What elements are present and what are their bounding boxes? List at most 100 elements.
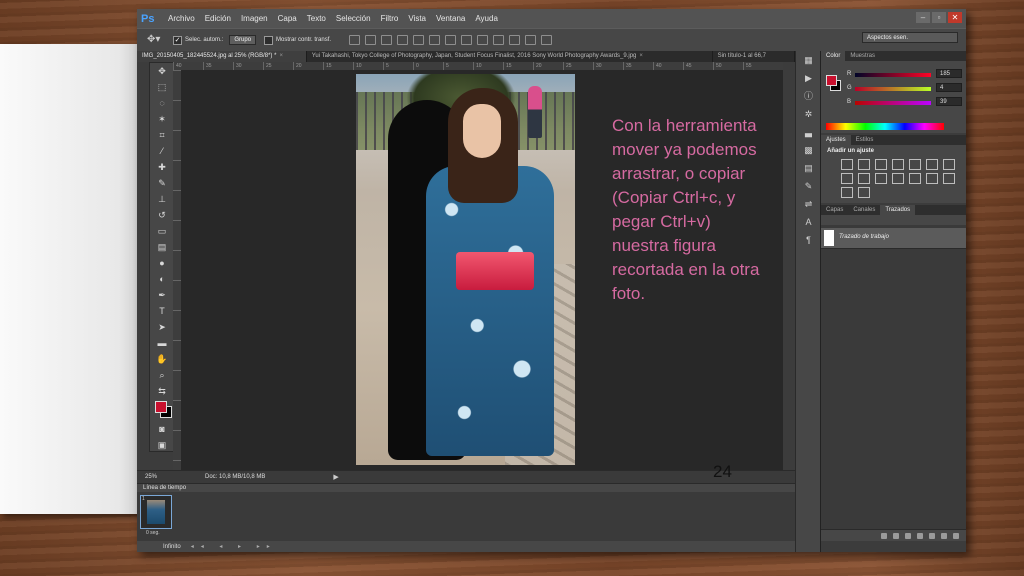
tab-layers[interactable]: Capas [821,205,848,215]
quick-mask-icon[interactable]: ◙ [150,421,174,437]
photo-filter-icon[interactable] [858,173,870,184]
history-icon[interactable]: ▦ [796,51,821,69]
menu-vista[interactable]: Vista [408,14,426,23]
tab-color[interactable]: Color [821,51,846,61]
tab-swatches[interactable]: Muestras [845,51,880,61]
tab-channels[interactable]: Canales [848,205,880,215]
foreground-color-swatch[interactable] [155,401,167,413]
healing-brush-icon[interactable]: ✚ [150,159,174,175]
path-row[interactable]: Trazado de trabajo [821,228,966,249]
pen-tool-icon[interactable]: ✒ [150,287,174,303]
align-hcenter-icon[interactable] [413,35,425,45]
timeline-panel-title[interactable]: Línea de tiempo [137,483,795,492]
tool-presets-icon[interactable]: ✎ [796,177,821,195]
distribute-hcenter-icon[interactable] [509,35,521,45]
history-brush-icon[interactable]: ↺ [150,207,174,223]
curves-icon[interactable] [875,159,887,170]
lasso-tool-icon[interactable]: ◌ [150,95,174,111]
tab-document-3[interactable]: Sin título-1 al 66,7 [713,51,795,62]
auto-align-icon[interactable] [541,35,553,45]
tab-document-2[interactable]: Yui Takahashi, Tokyo College of Photogra… [307,51,713,62]
color-spectrum[interactable] [826,123,944,130]
show-transform-checkbox[interactable] [264,35,274,45]
magic-wand-icon[interactable]: ✶ [150,111,174,127]
crop-tool-icon[interactable]: ⌗ [150,127,174,143]
invert-icon[interactable] [909,173,921,184]
dodge-tool-icon[interactable]: ◐ [150,271,174,287]
tab-document-1[interactable]: IMG_20150405_182445524.jpg al 25% (RGB/8… [137,51,307,62]
tab-close-icon[interactable]: × [279,53,283,59]
make-path-icon[interactable] [917,532,923,539]
align-vcenter-icon[interactable] [365,35,377,45]
move-tool-icon[interactable]: ✥▾ [147,33,165,47]
loop-dropdown[interactable]: Infinito [163,544,181,550]
tab-paths[interactable]: Trazados [880,205,916,215]
screen-mode-icon[interactable]: ▣ [150,437,174,453]
align-right-icon[interactable] [429,35,441,45]
actions-icon[interactable]: ▶ [796,69,821,87]
marquee-tool-icon[interactable]: ⬚ [150,79,174,95]
blue-value-field[interactable]: 39 [936,97,962,106]
menu-edicion[interactable]: Edición [205,14,231,23]
load-selection-icon[interactable] [905,532,911,539]
distribute-left-icon[interactable] [493,35,505,45]
distribute-vcenter-icon[interactable] [461,35,473,45]
status-menu-arrow-icon[interactable]: ▶ [333,473,338,481]
delete-path-icon[interactable] [953,532,959,539]
green-slider[interactable] [855,87,931,91]
menu-imagen[interactable]: Imagen [241,14,268,23]
new-path-icon[interactable] [941,532,947,539]
shape-tool-icon[interactable]: ▬ [150,335,174,351]
tab-close-icon[interactable]: × [639,53,643,59]
paragraph-icon[interactable]: ¶ [796,231,821,249]
workspace-dropdown[interactable]: Aspectos esen. [862,32,958,43]
brush-presets-icon[interactable]: ▩ [796,141,821,159]
navigator-icon[interactable]: ✲ [796,105,821,123]
eraser-tool-icon[interactable]: ▭ [150,223,174,239]
document-canvas[interactable]: Con la herramienta mover ya podemos arra… [181,70,783,470]
gradient-tool-icon[interactable]: ▤ [150,239,174,255]
zoom-tool-icon[interactable]: ⌕ [150,367,174,383]
maximize-icon[interactable]: ▫ [932,12,946,23]
brush-tool-icon[interactable]: ✎ [150,175,174,191]
histogram-icon[interactable]: ▃ [796,123,821,141]
color-lookup-icon[interactable] [892,173,904,184]
stroke-path-icon[interactable] [893,532,899,539]
stamp-tool-icon[interactable]: ⊥ [150,191,174,207]
default-colors-icon[interactable]: ⇆ [150,383,174,399]
menu-texto[interactable]: Texto [307,14,326,23]
minimize-icon[interactable]: – [916,12,930,23]
fill-path-icon[interactable] [881,532,887,539]
red-value-field[interactable]: 185 [936,69,962,78]
close-icon[interactable]: ✕ [948,12,962,23]
add-mask-icon[interactable] [929,532,935,539]
blue-slider[interactable] [855,101,931,105]
red-slider[interactable] [855,73,931,77]
hand-tool-icon[interactable]: ✋ [150,351,174,367]
threshold-icon[interactable] [943,173,955,184]
posterize-icon[interactable] [926,173,938,184]
align-left-icon[interactable] [397,35,409,45]
black-white-icon[interactable] [841,173,853,184]
path-selection-icon[interactable]: ➤ [150,319,174,335]
selective-color-icon[interactable] [841,187,853,198]
menu-seleccion[interactable]: Selección [336,14,371,23]
levels-icon[interactable] [858,159,870,170]
tab-styles[interactable]: Estilos [851,135,879,145]
move-tool-icon[interactable]: ✥ [150,63,174,79]
character-icon[interactable]: A [796,213,821,231]
align-bottom-icon[interactable] [381,35,393,45]
kimono-photo[interactable] [356,74,575,465]
frame-delay[interactable]: 0 seg. [146,530,160,536]
color-balance-icon[interactable] [943,159,955,170]
blur-tool-icon[interactable]: ● [150,255,174,271]
info-icon[interactable]: ⓘ [796,87,821,105]
panel-foreground-swatch[interactable] [826,75,837,86]
menu-ayuda[interactable]: Ayuda [475,14,498,23]
brightness-icon[interactable] [841,159,853,170]
clone-source-icon[interactable]: ▤ [796,159,821,177]
hue-saturation-icon[interactable] [926,159,938,170]
exposure-icon[interactable] [892,159,904,170]
distribute-right-icon[interactable] [525,35,537,45]
align-top-icon[interactable] [349,35,361,45]
